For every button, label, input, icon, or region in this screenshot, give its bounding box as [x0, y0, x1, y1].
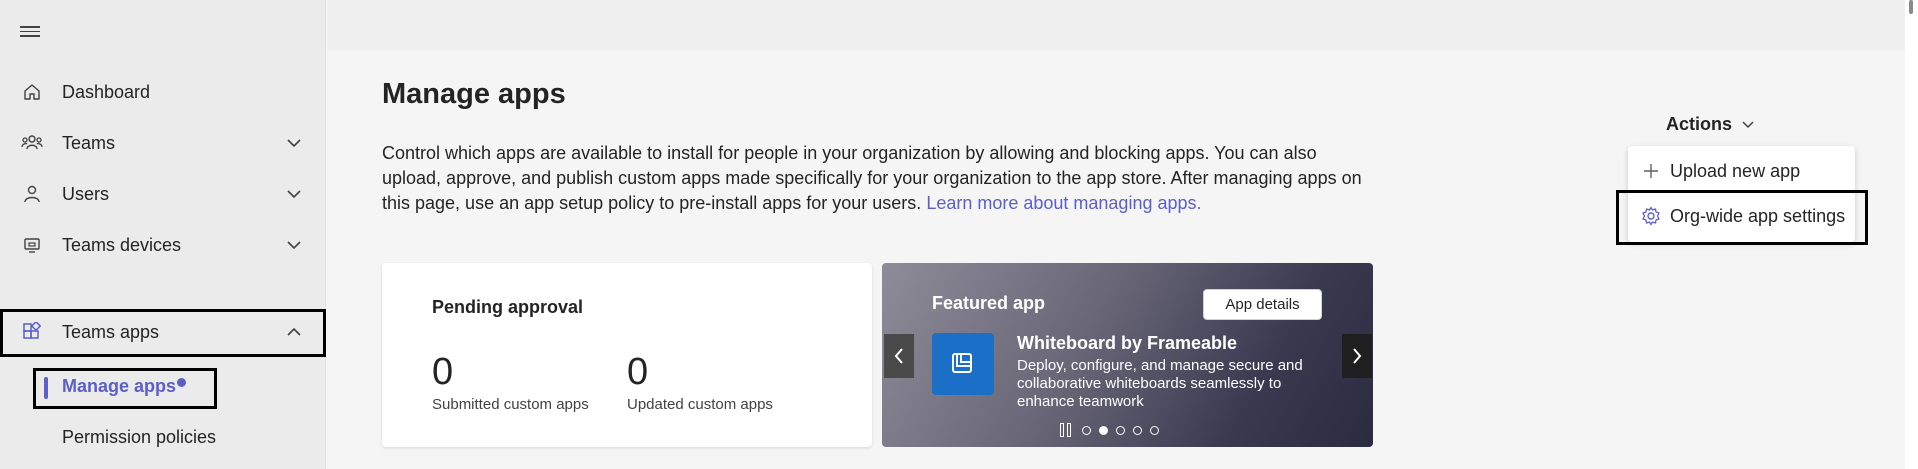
featured-app-description: Deploy, configure, and manage secure and…: [1017, 357, 1303, 410]
carousel-dot[interactable]: [1082, 425, 1091, 435]
sidebar-item-label: Teams apps: [62, 321, 160, 342]
carousel-next-button[interactable]: [1342, 334, 1372, 378]
sidebar-item-label: Teams devices: [62, 234, 182, 255]
sidebar-subitem-manage-apps[interactable]: Manage apps: [36, 372, 211, 404]
featured-app-name: Whiteboard by Frameable: [1017, 333, 1238, 353]
plus-icon: [1640, 160, 1662, 182]
menu-item-label: Org-wide app settings: [1670, 205, 1846, 226]
sidebar-item-label: Dashboard: [62, 81, 151, 102]
carousel-dots: [1082, 425, 1159, 435]
whiteboard-app-icon[interactable]: [932, 333, 994, 395]
carousel-dot[interactable]: [1150, 425, 1159, 435]
top-bar: [327, 0, 1905, 50]
sidebar-item-dashboard[interactable]: Dashboard: [0, 66, 326, 118]
hamburger-icon[interactable]: [20, 23, 44, 41]
description-text: Control which apps are available to inst…: [382, 143, 1362, 213]
sidebar-item-label: Teams: [62, 132, 116, 153]
active-indicator: [44, 377, 48, 399]
home-icon: [20, 80, 44, 104]
menu-item-label: Upload new app: [1670, 160, 1801, 181]
org-wide-app-settings-menu-item[interactable]: Org-wide app settings: [1628, 194, 1855, 238]
carousel-dot[interactable]: [1099, 425, 1108, 435]
teams-icon: [20, 131, 44, 155]
featured-app-label: Featured app: [932, 293, 1046, 313]
sidebar-item-label: Users: [62, 183, 110, 204]
chevron-right-icon: [1353, 348, 1362, 364]
scrollbar-thumb[interactable]: [1909, 0, 1913, 14]
actions-dropdown[interactable]: Actions: [1666, 114, 1756, 135]
sidebar-subitem-permission-policies[interactable]: Permission policies: [62, 427, 216, 448]
apps-icon: [20, 320, 44, 344]
sidebar-item-teams-apps[interactable]: Teams apps: [0, 306, 326, 358]
actions-label: Actions: [1666, 114, 1733, 134]
app-details-button[interactable]: App details: [1203, 289, 1322, 320]
stat-label: Updated custom apps: [627, 396, 773, 413]
vertical-scrollbar[interactable]: [1905, 0, 1918, 469]
new-dot-badge: [177, 378, 186, 387]
stat-label: Submitted custom apps: [432, 396, 589, 413]
featured-app-card: Featured app App details Whiteboard by F…: [882, 263, 1373, 447]
page-title: Manage apps: [382, 78, 566, 110]
carousel-dot[interactable]: [1116, 425, 1125, 435]
carousel-controls: [1060, 423, 1159, 437]
sidebar-item-teams[interactable]: Teams: [0, 117, 326, 169]
sidebar-item-users[interactable]: Users: [0, 168, 326, 220]
pending-approval-card: Pending approval 0 Submitted custom apps…: [382, 263, 872, 447]
chevron-down-icon[interactable]: [284, 235, 304, 255]
gear-icon: [1640, 205, 1662, 227]
carousel-previous-button[interactable]: [884, 334, 914, 378]
sidebar-subitem-label: Manage apps: [62, 376, 177, 396]
stat-value: 0: [627, 351, 649, 393]
card-title: Pending approval: [432, 297, 584, 317]
sidebar-item-teams-devices[interactable]: Teams devices: [0, 219, 326, 271]
page-description: Control which apps are available to inst…: [382, 141, 1362, 216]
devices-icon: [20, 233, 44, 257]
chevron-down-icon: [1742, 120, 1754, 128]
chevron-down-icon[interactable]: [284, 133, 304, 153]
user-icon: [20, 182, 44, 206]
pause-icon[interactable]: [1060, 423, 1074, 437]
left-navigation: Dashboard Teams Users Teams devices Team…: [0, 0, 326, 469]
carousel-dot[interactable]: [1133, 425, 1142, 435]
updated-custom-apps-stat[interactable]: 0 Updated custom apps: [627, 351, 773, 413]
learn-more-link[interactable]: Learn more about managing apps.: [926, 193, 1201, 213]
submitted-custom-apps-stat[interactable]: 0 Submitted custom apps: [432, 351, 589, 413]
chevron-up-icon[interactable]: [284, 322, 304, 342]
chevron-left-icon: [894, 348, 903, 364]
chevron-down-icon[interactable]: [284, 184, 304, 204]
actions-menu: Upload new app Org-wide app settings: [1628, 146, 1855, 242]
stat-value: 0: [432, 351, 454, 393]
upload-new-app-menu-item[interactable]: Upload new app: [1628, 149, 1855, 193]
